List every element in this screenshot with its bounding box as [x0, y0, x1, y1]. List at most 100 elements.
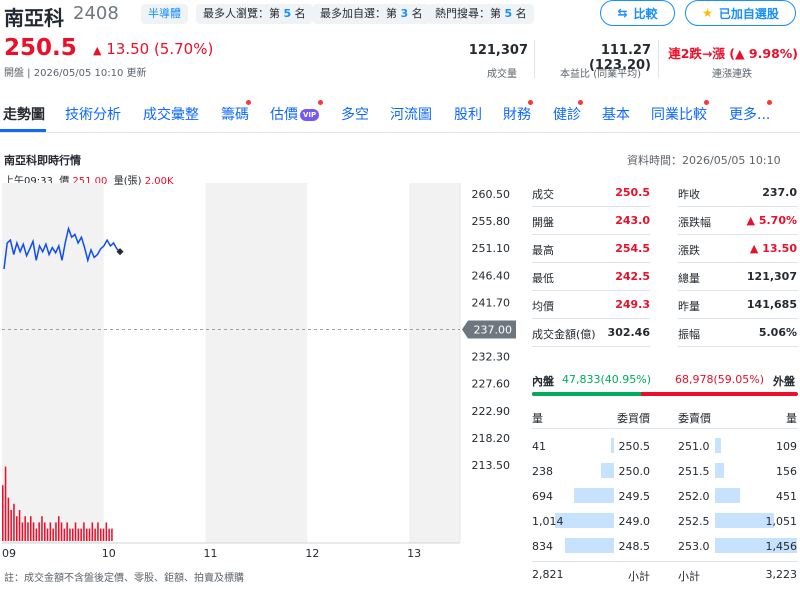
volume-bar: [41, 516, 43, 541]
volume-bar: [66, 522, 68, 541]
star-icon: ★: [702, 6, 713, 20]
tab-technical[interactable]: 技術分析: [65, 104, 121, 124]
quote-label: 均價: [532, 300, 554, 313]
tab-health-check[interactable]: 健診: [553, 100, 583, 124]
y-tick-label: 241.70: [472, 296, 511, 309]
volume-bar: [102, 528, 105, 541]
ask-total-label: 小計: [678, 570, 700, 583]
volume-bar: [15, 516, 18, 541]
divider: [0, 132, 800, 133]
y-tick-label: 255.80: [472, 215, 511, 228]
outer-volume: 68,978(59.05%): [675, 373, 765, 386]
watchlist-label: 已加自選股: [718, 6, 779, 21]
volume-bar: [71, 528, 74, 541]
ask-qty: 451: [776, 490, 797, 503]
notification-dot: [578, 100, 583, 105]
quote-label: 最高: [532, 244, 554, 257]
divider: [532, 428, 798, 429]
volume-bar: [7, 497, 10, 541]
ask-qty-header: 量: [786, 412, 797, 425]
volume-bar: [111, 528, 113, 541]
ask-price: 251.5: [678, 465, 710, 478]
divider: [532, 206, 650, 207]
bid-qty: 834: [532, 540, 553, 553]
bid-qty-header: 量: [532, 412, 543, 425]
volume-bar: [60, 522, 63, 541]
divider: [532, 290, 650, 291]
y-tick-label: 246.40: [472, 269, 511, 282]
compare-icon: ⇆: [617, 6, 628, 20]
ask-qty: 109: [776, 440, 797, 453]
volume-bar: [80, 528, 82, 541]
x-tick-label: 13: [407, 547, 421, 560]
bid-price: 250.5: [618, 440, 651, 453]
volume-bar: [2, 485, 4, 541]
quote-value: 250.5: [615, 186, 650, 199]
inner-volume: 47,833(40.95%): [562, 373, 652, 386]
volume-bar: [55, 522, 57, 541]
volume-bar: [88, 528, 91, 541]
y-tick-label: 222.90: [472, 405, 511, 418]
tab-valuation[interactable]: 估價 VIP: [270, 100, 323, 124]
volume-bar: [97, 522, 99, 541]
compare-button[interactable]: ⇆ 比較: [600, 0, 675, 26]
bid-total: 2,821: [532, 568, 564, 581]
tab-trend[interactable]: 走勢圖: [3, 104, 45, 124]
x-tick-label: 09: [2, 547, 16, 560]
watchlist-button[interactable]: ★ 已加自選股: [685, 0, 796, 26]
bid-price-header: 委買價: [617, 412, 650, 425]
tab-bar: 走勢圖 技術分析 成交彙整 籌碼 估價 VIP 多空 河流圖 股利 財務 健診 基…: [0, 100, 800, 130]
divider: [678, 290, 798, 291]
session-band: [205, 183, 308, 543]
y-tick-label: 213.50: [472, 459, 511, 472]
tab-profile[interactable]: 基本: [602, 104, 630, 124]
tab-more[interactable]: 更多...: [729, 100, 772, 124]
ask-price: 252.5: [678, 515, 710, 528]
ask-price: 252.0: [678, 490, 710, 503]
divider: [658, 40, 659, 78]
divider: [678, 206, 798, 207]
intraday-chart[interactable]: 260.50 255.80 251.10 246.40 241.70 237.00 232.…: [0, 183, 520, 563]
hot-search-tag: 熱門搜尋：第 5 名: [428, 4, 534, 24]
y-tick-label: 218.20: [472, 432, 511, 445]
volume-bar: [38, 522, 40, 541]
tab-trade-summary[interactable]: 成交彙整: [143, 104, 199, 124]
ask-price-header: 委賣價: [678, 412, 711, 425]
ask-total: 3,223: [765, 568, 798, 581]
tab-river-chart[interactable]: 河流圖: [390, 104, 432, 124]
quote-value: 243.0: [615, 214, 650, 227]
notification-dot: [246, 100, 251, 105]
tab-dividend[interactable]: 股利: [454, 104, 482, 124]
volume-bar: [108, 528, 110, 541]
bid-price: 249.5: [618, 490, 651, 503]
bid-qty: 41: [532, 440, 546, 453]
bid-total-label: 小計: [628, 570, 650, 583]
tab-peer-compare[interactable]: 同業比較: [651, 100, 709, 124]
outer-label: 外盤: [773, 375, 795, 388]
notification-dot: [318, 100, 323, 105]
quote-label: 成交: [532, 188, 554, 201]
volume-bar: [63, 528, 66, 541]
y-tick-label: 232.30: [472, 351, 511, 364]
inner-label: 內盤: [532, 375, 554, 388]
streak-value: 連2跌→漲 (▲ 9.98%): [668, 46, 798, 61]
volume-bar: [105, 522, 108, 541]
volume-bar: [57, 516, 60, 541]
ask-qty: 156: [776, 465, 797, 478]
tab-bull-bear[interactable]: 多空: [341, 104, 369, 124]
data-time: 資料時間：2026/05/05 10:10: [627, 154, 781, 167]
volume-bar: [69, 528, 71, 541]
vip-badge: VIP: [300, 109, 320, 121]
current-price: 250.5: [4, 35, 77, 61]
volume-bar: [27, 522, 29, 541]
quote-value: ▲ 5.70%: [746, 214, 797, 227]
volume-bar: [77, 528, 80, 541]
industry-tag[interactable]: 半導體: [141, 4, 188, 24]
y-tick-label: 237.00: [474, 324, 513, 337]
tab-chips[interactable]: 籌碼: [221, 100, 251, 124]
divider: [678, 346, 798, 347]
tab-financials[interactable]: 財務: [503, 100, 533, 124]
inner-ratio-fill: [532, 392, 641, 396]
divider: [678, 262, 798, 263]
divider: [532, 561, 798, 562]
